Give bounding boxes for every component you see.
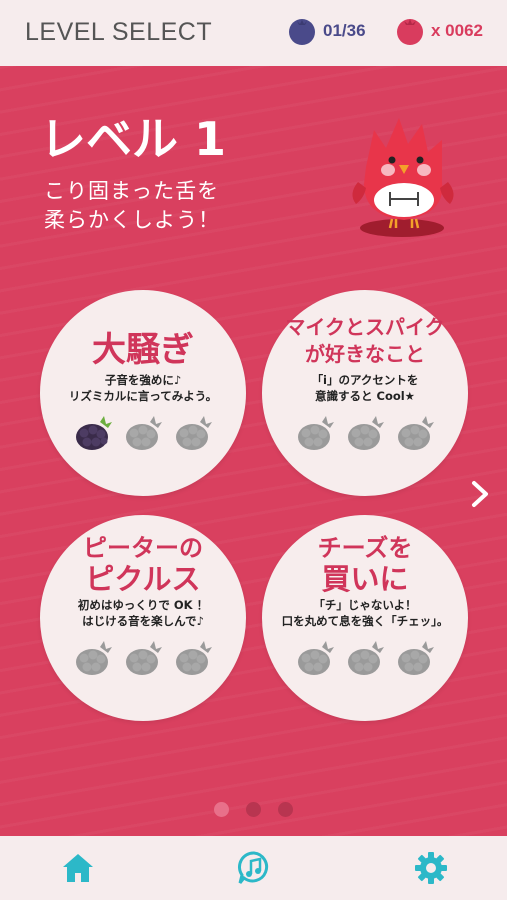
level-title: レベル 1 [40, 112, 227, 166]
bottom-nav [0, 836, 507, 900]
card-title: チーズを 買いに [317, 534, 413, 596]
berry-empty-icon [126, 416, 162, 450]
level-description: こり固まった舌を 柔らかくしよう！ [44, 179, 220, 232]
card-description: 子音を強めに♪ リズミカルに言ってみよう。 [68, 373, 218, 403]
card-title: ピーターの ピクルス [83, 534, 203, 596]
gear-icon[interactable] [413, 850, 449, 886]
level-card-4[interactable]: チーズを 買いに 「チ」じゃないよ！ 口を丸めて息を強く「チェッ」。 [262, 515, 468, 721]
berry-rating [74, 641, 214, 677]
page-dot[interactable] [246, 802, 261, 817]
berry-empty-icon [176, 641, 212, 675]
page-title: LEVEL SELECT [25, 18, 213, 46]
level-card-3[interactable]: ピーターの ピクルス 初めはゆっくりで OK ！ はじける音を楽しんで♪ [40, 515, 246, 721]
bird-mascot-icon [352, 118, 454, 237]
chevron-right-icon[interactable] [468, 479, 492, 509]
level-card-1[interactable]: 大騒ぎ 子音を強めに♪ リズミカルに言ってみよう。 [40, 290, 246, 496]
card-title: 大騒ぎ [92, 330, 194, 370]
level-card-2[interactable]: マイクとスパイク が好きなこと 「i」のアクセントを 意識すると Cool★ [262, 290, 468, 496]
berry-empty-icon [298, 641, 334, 675]
berry-rating [296, 416, 436, 452]
raspberry-icon [397, 19, 423, 45]
berry-empty-icon [76, 641, 112, 675]
raspberry-counter: x 0062 [395, 16, 483, 46]
blueberry-icon [289, 19, 315, 45]
blueberry-counter: 01/36 [287, 16, 366, 46]
card-description: 「i」のアクセントを 意識すると Cool★ [311, 373, 419, 403]
page-dot[interactable] [278, 802, 293, 817]
berry-earned-icon [76, 416, 112, 450]
berry-empty-icon [398, 416, 434, 450]
berry-rating [74, 416, 214, 452]
card-description: 「チ」じゃないよ！ 口を丸めて息を強く「チェッ」。 [281, 598, 449, 628]
blueberry-count: 01/36 [323, 21, 366, 40]
page-indicator [214, 802, 310, 817]
berry-empty-icon [348, 641, 384, 675]
berry-rating [296, 641, 436, 677]
berry-empty-icon [126, 641, 162, 675]
raspberry-count: x 0062 [431, 21, 483, 40]
card-description: 初めはゆっくりで OK ！ はじける音を楽しんで♪ [77, 598, 209, 628]
page-dot-active[interactable] [214, 802, 229, 817]
home-icon[interactable] [60, 850, 96, 886]
music-note-icon[interactable] [236, 850, 272, 886]
berry-empty-icon [348, 416, 384, 450]
card-title: マイクとスパイク が好きなこと [285, 315, 445, 366]
berry-empty-icon [298, 416, 334, 450]
header-bar: LEVEL SELECT 01/36 x 0062 [0, 0, 507, 66]
berry-empty-icon [176, 416, 212, 450]
berry-empty-icon [398, 641, 434, 675]
